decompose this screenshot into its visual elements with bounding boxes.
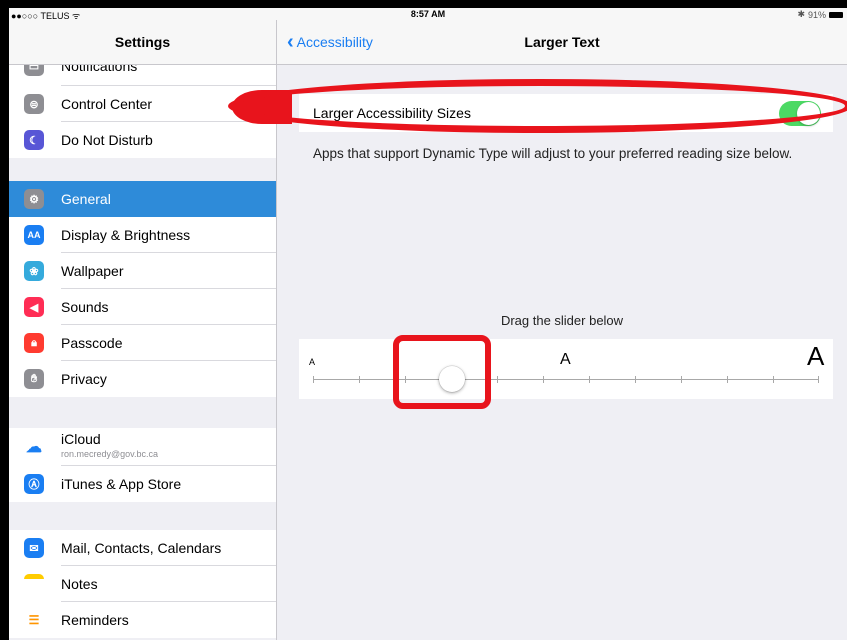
sidebar-item-general[interactable]: ⚙ General	[9, 181, 276, 217]
sidebar-item-label: Sounds	[61, 299, 109, 315]
slider-tick	[543, 376, 544, 383]
sidebar-item-label: Passcode	[61, 335, 123, 351]
status-time: 8:57 AM	[410, 9, 446, 19]
slider-tick	[497, 376, 498, 383]
speaker-icon: ◀	[24, 297, 44, 317]
bluetooth-icon: ✱	[797, 9, 805, 19]
large-text-size-label: A	[807, 341, 825, 371]
reminders-icon: ☰	[24, 610, 44, 630]
sidebar-navbar: Settings	[9, 20, 276, 65]
wallpaper-icon: ❀	[24, 261, 44, 281]
sidebar-item-do-not-disturb[interactable]: ☾ Do Not Disturb	[9, 122, 276, 158]
slider-tick	[773, 376, 774, 383]
annotation-box-slider-thumb	[393, 335, 491, 409]
text-size-slider-row: A A A	[299, 339, 833, 399]
sidebar-item-label: iTunes & App Store	[61, 476, 182, 492]
notes-icon	[24, 574, 44, 594]
current-text-size-preview: A	[560, 351, 571, 368]
annotation-ellipse-toggle	[228, 79, 847, 133]
sidebar-item-label: Control Center	[61, 96, 153, 112]
slider-tick	[589, 376, 590, 383]
sidebar-title: Settings	[114, 34, 171, 50]
slider-tick	[359, 376, 360, 383]
slider-tick	[635, 376, 636, 383]
battery-status: ✱ 91%	[797, 9, 843, 20]
sidebar-item-label: Wallpaper	[61, 263, 124, 279]
gear-icon: ⚙	[24, 189, 44, 209]
sidebar-item-label: General	[61, 191, 111, 207]
lock-icon: 🔒︎	[24, 333, 44, 353]
small-text-size-label: A	[309, 357, 316, 367]
dynamic-type-hint: Apps that support Dynamic Type will adju…	[313, 146, 793, 161]
slider-tick	[313, 376, 314, 383]
hand-icon: ✋︎	[24, 369, 44, 389]
sidebar-item-label: Display & Brightness	[61, 227, 191, 243]
sidebar-item-label: iCloud	[61, 431, 101, 447]
display-icon: AA	[24, 225, 44, 245]
sidebar-item-label: Do Not Disturb	[61, 132, 153, 148]
page-title: Larger Text	[524, 34, 600, 50]
status-bar: ●●○○○ TELUS ᯤ 8:57 AM ✱ 91%	[9, 8, 847, 21]
drag-slider-label: Drag the slider below	[500, 313, 624, 328]
cloud-icon: ☁	[24, 437, 44, 457]
sidebar-item-sounds[interactable]: ◀ Sounds	[9, 289, 276, 325]
slider-tick	[681, 376, 682, 383]
mail-icon: ✉	[24, 538, 44, 558]
sidebar-item-label: Privacy	[61, 371, 107, 387]
slider-tick	[727, 376, 728, 383]
sidebar-item-itunes-app-store[interactable]: Ⓐ iTunes & App Store	[9, 466, 276, 502]
sidebar-item-notes[interactable]: Notes	[9, 566, 276, 602]
sidebar-item-reminders[interactable]: ☰ Reminders	[9, 602, 276, 638]
sidebar-item-wallpaper[interactable]: ❀ Wallpaper	[9, 253, 276, 289]
battery-icon	[829, 11, 843, 18]
moon-icon: ☾	[24, 130, 44, 150]
sidebar-item-passcode[interactable]: 🔒︎ Passcode	[9, 325, 276, 361]
sidebar-item-sublabel: ron.mecredy@gov.bc.ca	[61, 449, 159, 459]
app-store-icon: Ⓐ	[24, 474, 44, 494]
battery-percent: 91%	[807, 9, 826, 20]
control-center-icon: ⊜	[24, 94, 44, 114]
sidebar-item-mail-contacts-calendars[interactable]: ✉ Mail, Contacts, Calendars	[9, 530, 276, 566]
sidebar-item-label: Mail, Contacts, Calendars	[61, 540, 222, 556]
sidebar-item-label: Notes	[61, 576, 98, 592]
sidebar-item-display-brightness[interactable]: AA Display & Brightness	[9, 217, 276, 253]
text-size-slider-track[interactable]	[313, 379, 819, 380]
sidebar-item-icloud[interactable]: ☁ iCloud ron.mecredy@gov.bc.ca	[9, 428, 276, 466]
sidebar-item-privacy[interactable]: ✋︎ Privacy	[9, 361, 276, 397]
sidebar-item-label: Reminders	[61, 612, 129, 628]
slider-tick	[818, 376, 819, 383]
detail-navbar: ‹ Accessibility Larger Text	[277, 20, 847, 65]
